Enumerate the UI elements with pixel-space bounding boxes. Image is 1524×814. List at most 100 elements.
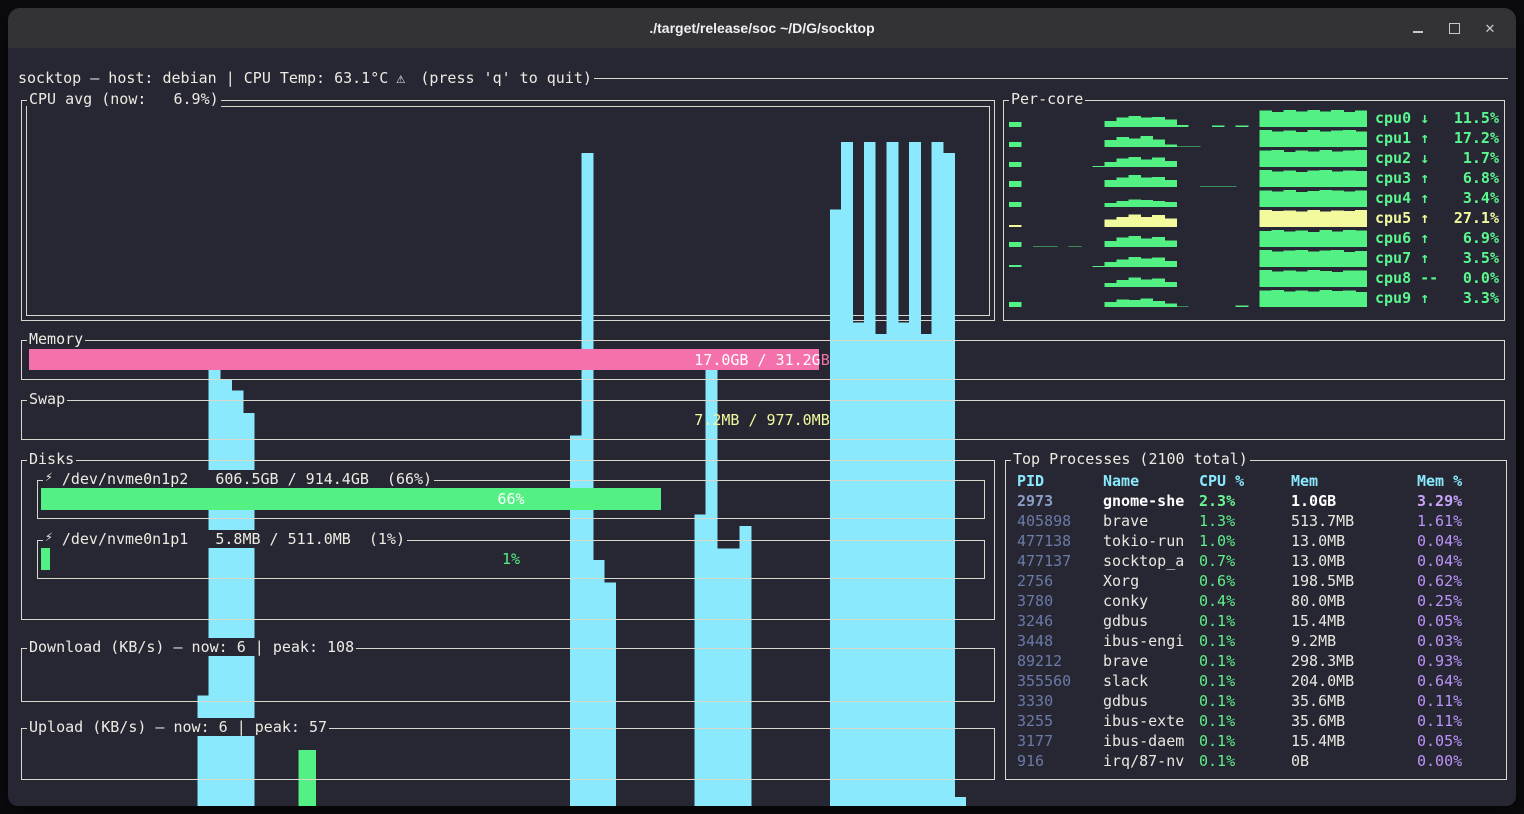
process-name: gdbus: [1103, 611, 1199, 631]
process-pid: 3330: [1017, 691, 1103, 711]
process-pid: 3448: [1017, 631, 1103, 651]
disk-usage-bar: 66%66%: [41, 488, 981, 510]
window-title: ./target/release/soc ~/D/G/socktop: [8, 8, 1516, 48]
process-mem-percent: 0.62%: [1417, 571, 1504, 591]
swap-panel: Swap 7.2MB / 977.0MB: [21, 400, 1505, 440]
process-name: irq/87-nv: [1103, 751, 1199, 771]
process-mem-percent: 0.05%: [1417, 611, 1504, 631]
process-row: 2973gnome-she2.3%1.0GB3.29%: [1006, 491, 1504, 511]
upload-panel: Upload (KB/s) — now: 6 | peak: 57: [21, 728, 995, 780]
top-processes-title: Top Processes (2100 total): [1011, 450, 1250, 468]
per-core-title: Per-core: [1009, 90, 1085, 108]
process-row: 3448ibus-engi0.1%9.2MB0.03%: [1006, 631, 1504, 651]
swap-bar: 7.2MB / 977.0MB: [29, 409, 1497, 430]
core-usage-value: 6.9%: [1454, 229, 1499, 247]
maximize-button[interactable]: [1438, 12, 1470, 44]
process-name: brave: [1103, 651, 1199, 671]
disk-icon: ⚡: [45, 530, 53, 548]
terminal-content: socktop — host: debian | CPU Temp: 63.1°…: [8, 48, 1516, 806]
memory-panel: Memory 17.0GB / 31.2GB 17.0GB / 31.2GB: [21, 340, 1505, 380]
process-cpu: 0.7%: [1199, 551, 1291, 571]
process-row: 89212brave0.1%298.3MB0.93%: [1006, 651, 1504, 671]
process-name: gdbus: [1103, 691, 1199, 711]
core-sparkline: [1009, 230, 1367, 247]
close-button[interactable]: ✕: [1474, 12, 1506, 44]
process-name: ibus-daem: [1103, 731, 1199, 751]
core-name: cpu2: [1375, 149, 1411, 167]
disk-usage-bar: 1%1%: [41, 548, 981, 570]
core-row: cpu7↑ 3.5%: [1009, 248, 1499, 268]
warning-icon: ⚠: [388, 69, 411, 87]
process-pid: 3246: [1017, 611, 1103, 631]
core-name: cpu7: [1375, 249, 1411, 267]
core-row: cpu5↑27.1%: [1009, 208, 1499, 228]
process-mem: 0B: [1291, 751, 1417, 771]
process-pid: 477137: [1017, 551, 1103, 571]
cpu-avg-title: CPU avg (now: 6.9%): [27, 90, 221, 108]
process-pid: 2756: [1017, 571, 1103, 591]
core-usage-value: 0.0%: [1454, 269, 1499, 287]
disks-title: Disks: [27, 450, 76, 468]
per-core-panel: Per-core cpu0↓11.5%cpu1↑17.2%cpu2↓ 1.7%c…: [1003, 100, 1505, 321]
process-mem: 80.0MB: [1291, 591, 1417, 611]
process-row: 2756Xorg0.6%198.5MB0.62%: [1006, 571, 1504, 591]
disk-icon: ⚡: [45, 470, 53, 488]
core-label: cpu8-- 0.0%: [1375, 269, 1499, 287]
header-rule: [594, 78, 1508, 79]
process-cpu: 1.0%: [1199, 531, 1291, 551]
core-row: cpu9↑ 3.3%: [1009, 288, 1499, 308]
core-trend-arrow: ↓: [1420, 149, 1429, 167]
disk-percent: 1%: [41, 548, 981, 570]
disk-label: ⚡ /dev/nvme0n1p1 5.8MB / 511.0MB (1%): [43, 530, 407, 548]
core-usage-value: 3.3%: [1454, 289, 1499, 307]
close-icon: ✕: [1485, 22, 1496, 35]
core-label: cpu3↑ 6.8%: [1375, 169, 1499, 187]
process-row: 3330gdbus0.1%35.6MB0.11%: [1006, 691, 1504, 711]
core-name: cpu3: [1375, 169, 1411, 187]
core-trend-arrow: --: [1420, 269, 1438, 287]
process-mem-percent: 0.11%: [1417, 711, 1504, 731]
process-pid: 355560: [1017, 671, 1103, 691]
process-cpu: 0.1%: [1199, 671, 1291, 691]
core-trend-arrow: ↑: [1420, 189, 1429, 207]
disk-subpanel: ⚡/dev/nvme0n1p1 5.8MB / 511.0MB (1%)1%1%: [37, 540, 985, 579]
process-pid: 3177: [1017, 731, 1103, 751]
core-name: cpu9: [1375, 289, 1411, 307]
minimize-button[interactable]: [1402, 12, 1434, 44]
core-label: cpu5↑27.1%: [1375, 209, 1499, 227]
process-cpu: 0.1%: [1199, 691, 1291, 711]
disks-panel: Disks ⚡/dev/nvme0n1p2 606.5GB / 914.4GB …: [21, 460, 995, 620]
process-mem: 13.0MB: [1291, 551, 1417, 571]
core-sparkline: [1009, 290, 1367, 307]
process-mem: 9.2MB: [1291, 631, 1417, 651]
cpu-avg-chart-frame: [26, 106, 990, 316]
process-mem: 13.0MB: [1291, 531, 1417, 551]
col-header-cpu: CPU %: [1199, 471, 1291, 491]
process-pid: 477138: [1017, 531, 1103, 551]
process-row: 477138tokio-run1.0%13.0MB0.04%: [1006, 531, 1504, 551]
process-cpu: 0.1%: [1199, 731, 1291, 751]
disk-usage-fill: 1%: [41, 548, 50, 570]
process-row: 3255ibus-exte0.1%35.6MB0.11%: [1006, 711, 1504, 731]
core-list: cpu0↓11.5%cpu1↑17.2%cpu2↓ 1.7%cpu3↑ 6.8%…: [1009, 108, 1499, 308]
core-usage-value: 3.5%: [1454, 249, 1499, 267]
process-mem-percent: 0.04%: [1417, 531, 1504, 551]
process-cpu: 0.1%: [1199, 711, 1291, 731]
disk-info: /dev/nvme0n1p1 5.8MB / 511.0MB (1%): [62, 530, 405, 548]
process-mem-percent: 0.03%: [1417, 631, 1504, 651]
upload-title: Upload (KB/s) — now: 6 | peak: 57: [27, 718, 329, 736]
core-label: cpu1↑17.2%: [1375, 129, 1499, 147]
core-trend-arrow: ↑: [1420, 129, 1429, 147]
process-mem: 1.0GB: [1291, 491, 1417, 511]
core-label: cpu2↓ 1.7%: [1375, 149, 1499, 167]
core-row: cpu1↑17.2%: [1009, 128, 1499, 148]
process-cpu: 0.1%: [1199, 751, 1291, 771]
process-mem-percent: 0.93%: [1417, 651, 1504, 671]
process-name: slack: [1103, 671, 1199, 691]
core-trend-arrow: ↑: [1420, 169, 1429, 187]
core-row: cpu3↑ 6.8%: [1009, 168, 1499, 188]
titlebar[interactable]: ./target/release/soc ~/D/G/socktop ✕: [8, 8, 1516, 48]
core-name: cpu6: [1375, 229, 1411, 247]
core-label: cpu9↑ 3.3%: [1375, 289, 1499, 307]
maximize-icon: [1449, 23, 1460, 34]
